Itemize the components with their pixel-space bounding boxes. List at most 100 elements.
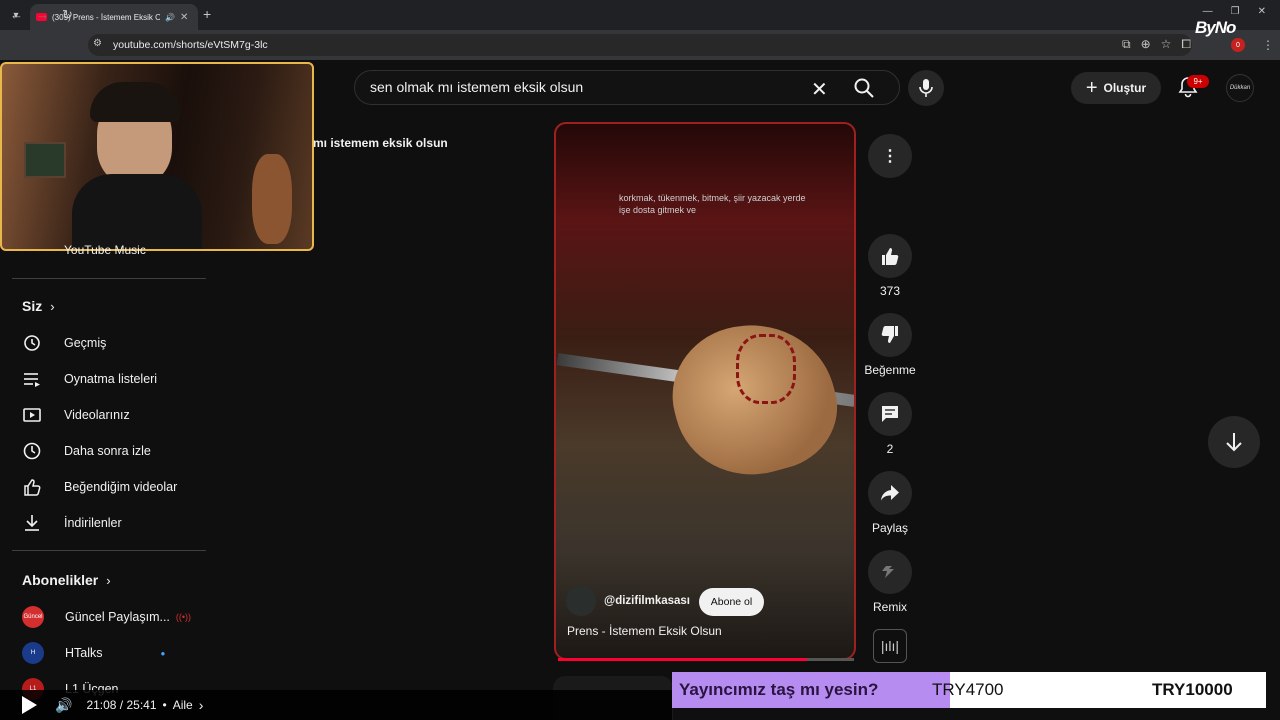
new-content-dot-icon: ●	[160, 648, 166, 658]
sidebar-item-label: Oynatma listeleri	[64, 372, 158, 386]
remix-icon[interactable]	[868, 550, 912, 594]
sidebar-item-watch-later[interactable]: Daha sonra izle	[22, 439, 212, 463]
remix-label: Remix	[872, 600, 907, 614]
video-frame-lace	[736, 334, 796, 404]
back-icon[interactable]: ←	[10, 7, 23, 22]
watch-later-icon	[22, 441, 42, 461]
sidebar-item-label: İndirilenler	[64, 516, 122, 530]
minimize-icon[interactable]: —	[1203, 6, 1213, 17]
audio-waveform-icon[interactable]: |ılı|	[873, 629, 907, 663]
dislike-icon[interactable]	[868, 313, 912, 357]
search-input[interactable]: sen olmak mı istemem eksik olsun	[370, 79, 583, 95]
channel-avatar: H	[22, 642, 44, 664]
download-icon	[22, 513, 42, 533]
account-avatar[interactable]: Dükkan	[1226, 74, 1254, 102]
chevron-right-icon: ›	[106, 572, 111, 588]
your-videos-icon	[22, 405, 42, 425]
sidebar-item-history[interactable]: Geçmiş	[22, 331, 212, 355]
site-info-icon[interactable]: ⚙	[93, 38, 102, 49]
browser-tab[interactable]: (309) Prens - İstemem Eksik O 🔊 ✕	[30, 4, 198, 30]
short-channel[interactable]: @dizifilmkasası	[566, 586, 690, 616]
playback-time: 21:08 / 25:41	[86, 698, 157, 712]
forward-icon[interactable]: →	[36, 7, 49, 22]
more-options-button[interactable]: ⋮	[868, 134, 912, 178]
like-icon[interactable]	[868, 234, 912, 278]
streamer-shirt	[72, 174, 202, 249]
dislike-label: Beğenme	[864, 363, 916, 377]
sidebar-item-subscription[interactable]: H HTalks ●	[22, 641, 212, 665]
video-subtitle: korkmak, tükenmek, bitmek, şiir yazacak …	[619, 193, 806, 215]
search-icon[interactable]	[852, 76, 876, 105]
browser-menu-icon[interactable]: ⋮	[1262, 38, 1274, 52]
channel-avatar[interactable]	[566, 586, 596, 616]
chalkboard	[24, 142, 66, 178]
comment-icon[interactable]	[868, 392, 912, 436]
tab-audio-icon[interactable]: 🔊	[165, 13, 175, 22]
install-app-icon[interactable]: ⧉	[1122, 37, 1131, 52]
voice-search-button[interactable]	[908, 70, 944, 106]
share-icon[interactable]	[868, 471, 912, 515]
short-progress-bar[interactable]	[558, 658, 854, 661]
volume-icon[interactable]: 🔊	[55, 697, 72, 714]
profile-badge[interactable]: 0	[1231, 38, 1245, 52]
share-action[interactable]: Paylaş	[866, 471, 914, 535]
sidebar-item-label: HTalks	[65, 646, 103, 660]
play-icon[interactable]	[22, 696, 37, 714]
chapter-separator: •	[162, 698, 167, 712]
omnibox-actions: ⧉ ⊕ ☆ ⧠	[1122, 37, 1191, 52]
chevron-right-icon[interactable]: ›	[199, 697, 204, 713]
subscribe-button[interactable]: Abone ol	[699, 588, 764, 616]
search-query-heading: mı istemem eksik olsun	[313, 136, 448, 150]
streamer-hair	[90, 82, 180, 122]
donation-question: Yayıncımız taş mı yesin?	[672, 672, 950, 708]
chapter-label[interactable]: Aile	[173, 698, 193, 712]
sidebar-item-your-videos[interactable]: Videolarınız	[22, 403, 212, 427]
section-title: Siz	[22, 298, 43, 314]
sidebar-divider	[12, 278, 206, 279]
extensions-icon[interactable]: ⧠	[1181, 37, 1191, 52]
dislike-action[interactable]: Beğenme	[864, 313, 916, 377]
channel-name[interactable]: @dizifilmkasası	[604, 595, 690, 607]
donation-goal-widget: Yayıncımız taş mı yesin? TRY4700 TRY1000…	[672, 672, 1266, 708]
sidebar-section-you[interactable]: Siz ›	[22, 298, 55, 314]
playlist-icon	[22, 369, 42, 389]
create-button[interactable]: + Oluştur	[1071, 72, 1161, 104]
arrow-down-icon	[1226, 433, 1242, 452]
next-short-button[interactable]	[1208, 416, 1260, 468]
new-tab-button[interactable]: +	[203, 6, 211, 22]
liked-icon	[22, 477, 42, 497]
comments-action[interactable]: 2	[866, 392, 914, 456]
sidebar-item-playlists[interactable]: Oynatma listeleri	[22, 367, 212, 391]
clear-search-icon[interactable]: ✕	[811, 77, 828, 102]
sidebar-divider	[12, 550, 206, 551]
sidebar-item-liked-videos[interactable]: Beğendiğim videolar	[22, 475, 212, 499]
reload-icon[interactable]: ↻	[62, 7, 73, 23]
url-text[interactable]: youtube.com/shorts/eVtSM7g-3lc	[113, 39, 268, 51]
like-count: 373	[879, 284, 901, 298]
maximize-icon[interactable]: ❐	[1231, 6, 1240, 17]
sidebar-item-label: Videolarınız	[64, 408, 130, 422]
comment-count: 2	[886, 442, 894, 456]
sidebar-item-label: Daha sonra izle	[64, 444, 151, 458]
section-title: Abonelikler	[22, 572, 99, 588]
share-label: Paylaş	[871, 521, 909, 535]
close-window-icon[interactable]: ✕	[1258, 6, 1266, 17]
sidebar-item-downloads[interactable]: İndirilenler	[22, 511, 212, 535]
history-icon	[22, 333, 42, 353]
sidebar-item-youtube-music[interactable]: YouTube Music	[64, 243, 146, 257]
notification-count-badge: 9+	[1187, 75, 1209, 88]
sidebar-item-subscription[interactable]: Güncel Güncel Paylaşım... ((•))	[22, 605, 212, 629]
remix-action[interactable]: Remix	[866, 550, 914, 614]
sidebar-item-label: Beğendiğim videolar	[64, 480, 178, 494]
tab-close-icon[interactable]: ✕	[180, 12, 188, 23]
stream-player-controls: 🔊 21:08 / 25:41 • Aile ›	[0, 690, 672, 720]
channel-avatar: Güncel	[22, 606, 44, 628]
zoom-icon[interactable]: ⊕	[1141, 37, 1151, 52]
bookmark-star-icon[interactable]: ☆	[1161, 37, 1172, 52]
short-title[interactable]: Prens - İstemem Eksik Olsun	[567, 624, 722, 638]
like-action[interactable]: 373	[866, 234, 914, 298]
donation-goal: TRY10000	[1152, 680, 1233, 699]
plus-icon: +	[1085, 76, 1098, 99]
chevron-right-icon: ›	[50, 298, 55, 314]
sidebar-section-subscriptions[interactable]: Abonelikler ›	[22, 572, 111, 588]
